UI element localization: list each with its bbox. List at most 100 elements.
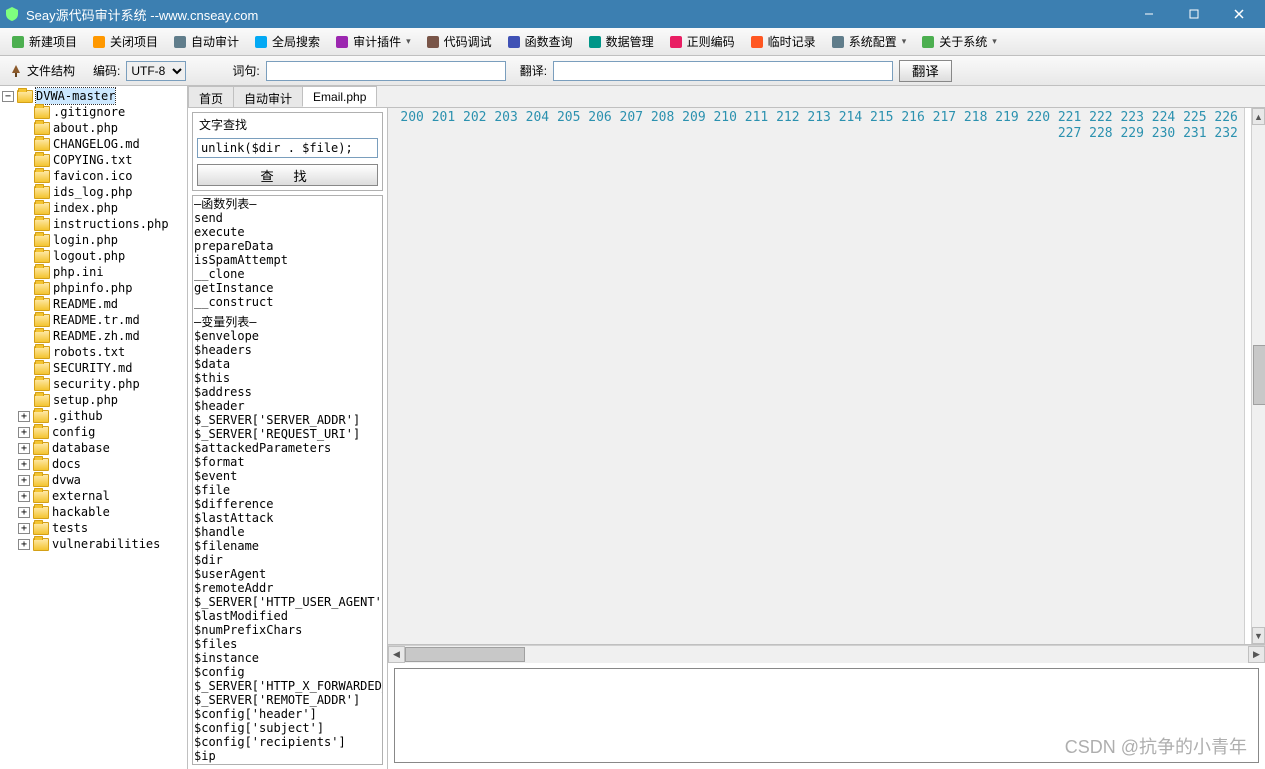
tab-自动审计[interactable]: 自动审计 (233, 86, 303, 107)
text-search-input[interactable] (197, 138, 378, 158)
tree-file[interactable]: SECURITY.md (2, 360, 185, 376)
expand-icon[interactable]: + (18, 459, 30, 470)
list-item[interactable]: $_SERVER['HTTP_X_FORWARDED_ (194, 679, 381, 693)
list-item[interactable]: __construct (194, 295, 381, 309)
func-query-button[interactable]: 函数查询 (500, 30, 579, 53)
list-item[interactable]: $lastModified (194, 609, 381, 623)
list-item[interactable]: $_SERVER['REQUEST_URI'] (194, 427, 381, 441)
about-button[interactable]: 关于系统 (914, 30, 1003, 53)
expand-icon[interactable]: + (18, 427, 30, 438)
code-content[interactable]: }¶ ¶ /** * Detects spam attempts¶ *¶ * T… (1245, 108, 1251, 644)
list-item[interactable]: $file_prefix (194, 763, 381, 765)
list-item[interactable]: $_SERVER['REMOTE_ADDR'] (194, 693, 381, 707)
list-item[interactable]: send (194, 211, 381, 225)
tree-file[interactable]: COPYING.txt (2, 152, 185, 168)
expand-icon[interactable]: + (18, 491, 30, 502)
expand-icon[interactable]: + (18, 475, 30, 486)
list-item[interactable]: $_SERVER['SERVER_ADDR'] (194, 413, 381, 427)
sys-config-button[interactable]: 系统配置 (824, 30, 913, 53)
regex-encode-button[interactable]: 正则编码 (662, 30, 741, 53)
tree-folder[interactable]: +database (2, 440, 185, 456)
close-project-button[interactable]: 关闭项目 (85, 30, 164, 53)
list-item[interactable]: __clone (194, 267, 381, 281)
list-item[interactable]: $ip (194, 749, 381, 763)
tree-folder[interactable]: +tests (2, 520, 185, 536)
scroll-down-icon[interactable]: ▼ (1252, 627, 1265, 644)
tree-folder[interactable]: +config (2, 424, 185, 440)
scroll-thumb-h[interactable] (405, 647, 525, 662)
list-item[interactable]: $config['header'] (194, 707, 381, 721)
maximize-button[interactable] (1171, 0, 1216, 28)
list-item[interactable]: $filename (194, 539, 381, 553)
list-item[interactable]: $headers (194, 343, 381, 357)
data-manage-button[interactable]: 数据管理 (581, 30, 660, 53)
tree-file[interactable]: README.md (2, 296, 185, 312)
tree-file[interactable]: ids_log.php (2, 184, 185, 200)
list-item[interactable]: $numPrefixChars (194, 623, 381, 637)
list-item[interactable]: $remoteAddr (194, 581, 381, 595)
tree-root[interactable]: −DVWA-master (2, 88, 185, 104)
expand-icon[interactable]: + (18, 523, 30, 534)
tree-folder[interactable]: +docs (2, 456, 185, 472)
list-item[interactable]: $data (194, 357, 381, 371)
list-item[interactable]: $address (194, 385, 381, 399)
list-item[interactable]: $difference (194, 497, 381, 511)
word-input[interactable] (266, 61, 506, 81)
list-item[interactable]: $files (194, 637, 381, 651)
horizontal-scrollbar[interactable]: ◀ ▶ (388, 645, 1265, 662)
encoding-select[interactable]: UTF-8 (126, 61, 186, 81)
list-item[interactable]: $handle (194, 525, 381, 539)
tree-file[interactable]: logout.php (2, 248, 185, 264)
tree-file[interactable]: phpinfo.php (2, 280, 185, 296)
tree-file[interactable]: robots.txt (2, 344, 185, 360)
global-search-button[interactable]: 全局搜索 (247, 30, 326, 53)
expand-icon[interactable]: + (18, 443, 30, 454)
minimize-button[interactable] (1126, 0, 1171, 28)
tree-file[interactable]: .gitignore (2, 104, 185, 120)
list-item[interactable]: $lastAttack (194, 511, 381, 525)
list-item[interactable]: $dir (194, 553, 381, 567)
tree-file[interactable]: php.ini (2, 264, 185, 280)
translate-input[interactable] (553, 61, 893, 81)
list-item[interactable]: getInstance (194, 281, 381, 295)
audit-plugin-button[interactable]: 审计插件 (328, 30, 417, 53)
list-item[interactable]: $config['recipients'] (194, 735, 381, 749)
tab-Email.php[interactable]: Email.php (302, 86, 377, 107)
expand-icon[interactable]: + (18, 539, 30, 550)
list-item[interactable]: $config (194, 665, 381, 679)
translate-button[interactable]: 翻译 (899, 60, 952, 82)
list-item[interactable]: $format (194, 455, 381, 469)
tree-file[interactable]: CHANGELOG.md (2, 136, 185, 152)
list-item[interactable]: $instance (194, 651, 381, 665)
list-item[interactable]: $userAgent (194, 567, 381, 581)
vertical-scrollbar[interactable]: ▲ ▼ (1251, 108, 1265, 644)
scroll-up-icon[interactable]: ▲ (1252, 108, 1265, 125)
tree-file[interactable]: README.zh.md (2, 328, 185, 344)
tree-file[interactable]: index.php (2, 200, 185, 216)
list-item[interactable]: $envelope (194, 329, 381, 343)
text-search-button[interactable]: 查 找 (197, 164, 378, 186)
tree-file[interactable]: login.php (2, 232, 185, 248)
scroll-right-icon[interactable]: ▶ (1248, 646, 1265, 663)
auto-audit-button[interactable]: 自动审计 (166, 30, 245, 53)
list-item[interactable]: $_SERVER['HTTP_USER_AGENT'] (194, 595, 381, 609)
tree-file[interactable]: favicon.ico (2, 168, 185, 184)
list-item[interactable]: isSpamAttempt (194, 253, 381, 267)
tree-file[interactable]: about.php (2, 120, 185, 136)
tree-file[interactable]: instructions.php (2, 216, 185, 232)
list-item[interactable]: execute (194, 225, 381, 239)
code-debug-button[interactable]: 代码调试 (419, 30, 498, 53)
tree-folder[interactable]: +dvwa (2, 472, 185, 488)
tree-file[interactable]: setup.php (2, 392, 185, 408)
expand-icon[interactable]: + (18, 507, 30, 518)
output-panel[interactable] (394, 668, 1259, 763)
tree-folder[interactable]: +vulnerabilities (2, 536, 185, 552)
close-button[interactable] (1216, 0, 1261, 28)
tree-folder[interactable]: +hackable (2, 504, 185, 520)
scroll-thumb[interactable] (1253, 345, 1265, 405)
scroll-left-icon[interactable]: ◀ (388, 646, 405, 663)
list-item[interactable]: $header (194, 399, 381, 413)
new-project-button[interactable]: 新建项目 (4, 30, 83, 53)
list-item[interactable]: prepareData (194, 239, 381, 253)
tree-file[interactable]: README.tr.md (2, 312, 185, 328)
